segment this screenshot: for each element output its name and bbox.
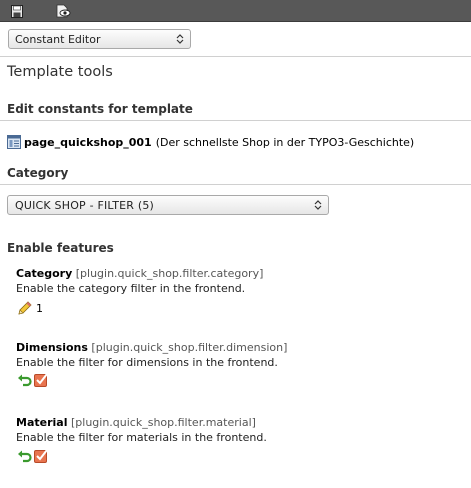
divider: [0, 184, 471, 185]
docheader-toolbar: [0, 0, 471, 22]
template-description: (Der schnellste Shop in der TYPO3-Geschi…: [155, 135, 415, 149]
constant-value-text: 1: [36, 301, 43, 315]
select-arrows-icon: [314, 200, 322, 210]
select-arrows-icon: [176, 34, 184, 44]
constant-key: [plugin.quick_shop.filter.category]: [75, 267, 264, 280]
constant-description: Enable the category filter in the fronte…: [16, 282, 246, 295]
function-menu-select[interactable]: Constant Editor: [8, 29, 191, 49]
function-menu-selected: Constant Editor: [15, 33, 101, 46]
constant-value-material: [17, 448, 49, 464]
constant-label: Dimensions: [16, 341, 88, 354]
pencil-icon[interactable]: [17, 300, 33, 316]
template-info: page_quickshop_001 (Der schnellste Shop …: [7, 134, 414, 150]
edit-constants-heading: Edit constants for template: [7, 102, 193, 116]
constant-description: Enable the filter for dimensions in the …: [16, 356, 278, 369]
constant-key: [plugin.quick_shop.filter.material]: [70, 416, 256, 429]
view-page-icon[interactable]: [54, 2, 72, 20]
undo-arrow-icon[interactable]: [17, 372, 33, 388]
category-selected: QUICK SHOP - FILTER (5): [15, 199, 155, 212]
divider: [0, 56, 471, 57]
save-disk-icon[interactable]: [8, 2, 26, 20]
constant-title-dimensions: Dimensions [plugin.quick_shop.filter.dim…: [16, 341, 287, 354]
template-name: page_quickshop_001: [24, 135, 152, 149]
constant-label: Material: [16, 416, 68, 429]
divider: [0, 120, 471, 121]
page-title: Template tools: [7, 64, 113, 80]
template-icon: [7, 135, 21, 149]
category-heading: Category: [7, 166, 69, 180]
constant-title-material: Material [plugin.quick_shop.filter.mater…: [16, 416, 256, 429]
constant-key: [plugin.quick_shop.filter.dimension]: [91, 341, 288, 354]
enable-features-heading: Enable features: [7, 241, 114, 255]
checkbox-checked-icon[interactable]: [33, 372, 49, 388]
constant-value-category: 1: [17, 300, 43, 316]
constant-title-category: Category [plugin.quick_shop.filter.categ…: [16, 267, 263, 280]
undo-arrow-icon[interactable]: [17, 448, 33, 464]
constant-label: Category: [16, 267, 73, 280]
constant-description: Enable the filter for materials in the f…: [16, 431, 267, 444]
checkbox-checked-icon[interactable]: [33, 448, 49, 464]
constant-value-dimensions: [17, 372, 49, 388]
category-select[interactable]: QUICK SHOP - FILTER (5): [7, 195, 329, 215]
